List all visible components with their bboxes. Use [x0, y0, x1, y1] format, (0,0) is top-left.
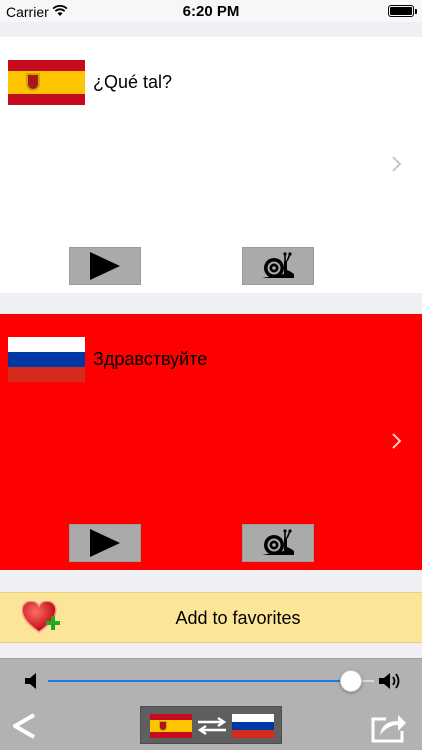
target-play-button[interactable] [69, 524, 141, 562]
volume-low-icon [25, 673, 36, 689]
favorites-label: Add to favorites [175, 608, 301, 628]
target-slow-play-button[interactable] [242, 524, 314, 562]
source-phrase: ¿Qué tal? [93, 72, 173, 92]
target-phrase: Здравствуйте [93, 349, 208, 369]
source-phrase-panel[interactable]: ¿Qué tal? [0, 37, 422, 293]
play-icon [90, 529, 120, 557]
swap-languages-button[interactable] [140, 706, 282, 744]
russia-flag-icon [232, 714, 274, 738]
volume-slider-thumb[interactable] [340, 670, 362, 692]
add-to-favorites-button[interactable]: Add to favorites [0, 592, 422, 643]
volume-high-icon [379, 673, 400, 689]
source-play-button[interactable] [69, 247, 141, 285]
snail-icon [262, 252, 294, 278]
chevron-right-icon[interactable] [390, 432, 404, 450]
bottom-toolbar [0, 658, 422, 750]
play-icon [90, 252, 120, 280]
status-time: 6:20 PM [182, 3, 240, 20]
spain-flag-icon [150, 714, 192, 738]
source-slow-play-button[interactable] [242, 247, 314, 285]
battery-icon [388, 5, 417, 17]
chevron-right-icon[interactable] [390, 155, 404, 173]
russia-flag-icon [8, 337, 85, 382]
target-phrase-panel[interactable]: Здравствуйте [0, 314, 422, 570]
status-bar: Carrier 6:20 PM [0, 0, 422, 22]
snail-icon [262, 529, 294, 555]
volume-slider[interactable] [48, 670, 374, 692]
back-chevron-icon[interactable] [10, 711, 38, 741]
spain-flag-icon [8, 60, 85, 105]
share-icon[interactable] [370, 709, 408, 743]
swap-arrows-icon [197, 717, 227, 735]
